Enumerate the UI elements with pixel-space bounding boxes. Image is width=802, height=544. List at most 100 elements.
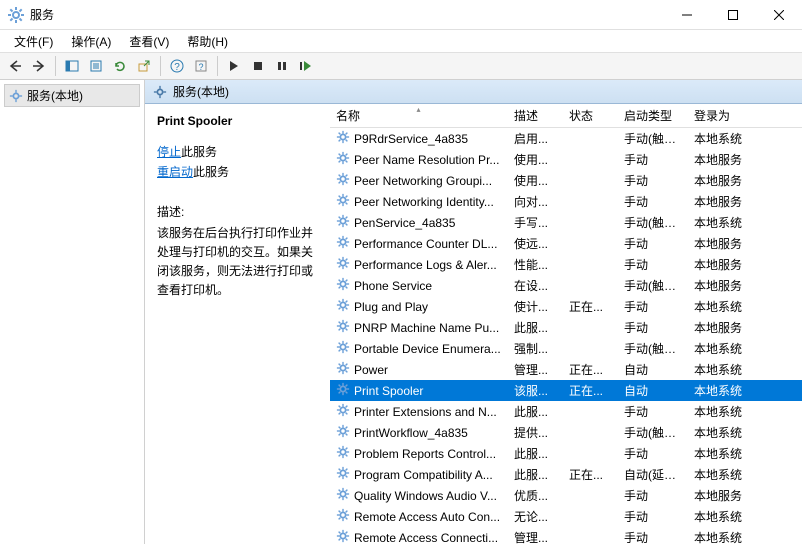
service-logon: 本地服务 [688,235,763,252]
table-row[interactable]: Peer Name Resolution Pr...使用...手动本地服务 [330,149,802,170]
table-row[interactable]: PrintWorkflow_4a835提供...手动(触发...本地系统 [330,422,802,443]
service-logon: 本地系统 [688,361,763,378]
service-name: Performance Counter DL... [354,237,497,251]
service-logon: 本地服务 [688,487,763,504]
stop-link[interactable]: 停止 [157,145,181,159]
restart-link[interactable]: 重启动 [157,165,193,179]
service-desc: 性能... [508,256,563,273]
service-icon [336,298,350,315]
restart-suffix: 此服务 [193,165,229,179]
service-name: Program Compatibility A... [354,468,493,482]
refresh-button[interactable] [109,55,131,77]
title-bar: 服务 [0,0,802,30]
service-status: 正在... [563,298,618,315]
service-status: 正在... [563,361,618,378]
service-status: 正在... [563,382,618,399]
back-button[interactable] [4,55,26,77]
service-icon [336,214,350,231]
table-row[interactable]: Portable Device Enumera...强制...手动(触发...本… [330,338,802,359]
export-button[interactable] [133,55,155,77]
col-name[interactable]: 名称▴ [330,107,508,124]
help-button[interactable]: ? [166,55,188,77]
table-row[interactable]: Peer Networking Groupi...使用...手动本地服务 [330,170,802,191]
service-desc: 无论... [508,508,563,525]
service-start: 手动(触发... [618,340,688,357]
service-start: 自动 [618,382,688,399]
table-row[interactable]: Plug and Play使计...正在...手动本地系统 [330,296,802,317]
service-logon: 本地系统 [688,508,763,525]
service-name: P9RdrService_4a835 [354,132,468,146]
service-icon [336,529,350,544]
col-start[interactable]: 启动类型 [618,107,688,124]
service-rows[interactable]: P9RdrService_4a835启用...手动(触发...本地系统Peer … [330,128,802,544]
pause-service-button[interactable] [271,55,293,77]
col-logon[interactable]: 登录为 [688,107,763,124]
menu-view[interactable]: 查看(V) [121,31,177,52]
service-icon [336,508,350,525]
table-row[interactable]: Phone Service在设...手动(触发...本地服务 [330,275,802,296]
service-desc: 提供... [508,424,563,441]
start-service-button[interactable] [223,55,245,77]
table-row[interactable]: Problem Reports Control...此服...手动本地系统 [330,443,802,464]
table-row[interactable]: PNRP Machine Name Pu...此服...手动本地服务 [330,317,802,338]
service-status: 正在... [563,466,618,483]
menu-help[interactable]: 帮助(H) [179,31,236,52]
forward-button[interactable] [28,55,50,77]
table-row[interactable]: P9RdrService_4a835启用...手动(触发...本地系统 [330,128,802,149]
svg-text:?: ? [198,62,203,72]
stop-service-button[interactable] [247,55,269,77]
col-desc[interactable]: 描述 [508,107,563,124]
properties-button[interactable] [85,55,107,77]
service-icon [336,130,350,147]
show-hide-tree-button[interactable] [61,55,83,77]
service-start: 手动 [618,508,688,525]
service-name: Print Spooler [354,384,423,398]
service-logon: 本地系统 [688,466,763,483]
service-name: Peer Networking Groupi... [354,174,492,188]
table-row[interactable]: Program Compatibility A...此服...正在...自动(延… [330,464,802,485]
service-icon [336,403,350,420]
restart-service-button[interactable] [295,55,317,77]
menu-file[interactable]: 文件(F) [6,31,61,52]
maximize-button[interactable] [710,0,756,30]
service-logon: 本地系统 [688,529,763,544]
minimize-button[interactable] [664,0,710,30]
service-desc: 此服... [508,466,563,483]
table-row[interactable]: Performance Counter DL...使远...手动本地服务 [330,233,802,254]
service-name: Phone Service [354,279,432,293]
service-start: 手动 [618,235,688,252]
tree-root-item[interactable]: 服务(本地) [4,84,140,107]
desc-label: 描述: [157,203,318,220]
tree-root-label: 服务(本地) [27,87,83,104]
table-row[interactable]: Quality Windows Audio V...优质...手动本地服务 [330,485,802,506]
selected-service-name: Print Spooler [157,114,318,128]
service-icon [336,340,350,357]
table-row[interactable]: Print Spooler该服...正在...自动本地系统 [330,380,802,401]
table-row[interactable]: Peer Networking Identity...向对...手动本地服务 [330,191,802,212]
service-desc: 使用... [508,151,563,168]
desc-text: 该服务在后台执行打印作业并处理与打印机的交互。如果关闭该服务，则无法进行打印或查… [157,224,318,301]
table-row[interactable]: Power管理...正在...自动本地系统 [330,359,802,380]
col-status[interactable]: 状态 [563,107,618,124]
service-start: 手动 [618,403,688,420]
table-row[interactable]: Remote Access Connecti...管理...手动本地系统 [330,527,802,544]
menu-bar: 文件(F) 操作(A) 查看(V) 帮助(H) [0,30,802,52]
app-icon [8,7,24,23]
table-row[interactable]: Performance Logs & Aler...性能...手动本地服务 [330,254,802,275]
table-row[interactable]: PenService_4a835手写...手动(触发...本地系统 [330,212,802,233]
service-start: 自动 [618,361,688,378]
menu-action[interactable]: 操作(A) [63,31,119,52]
service-logon: 本地系统 [688,130,763,147]
service-logon: 本地服务 [688,319,763,336]
service-icon [336,256,350,273]
service-desc: 该服... [508,382,563,399]
service-desc: 此服... [508,403,563,420]
help-topics-button[interactable]: ? [190,55,212,77]
service-name: Remote Access Connecti... [354,531,498,544]
table-row[interactable]: Remote Access Auto Con...无论...手动本地系统 [330,506,802,527]
service-desc: 在设... [508,277,563,294]
service-name: Printer Extensions and N... [354,405,497,419]
table-row[interactable]: Printer Extensions and N...此服...手动本地系统 [330,401,802,422]
service-icon [336,424,350,441]
close-button[interactable] [756,0,802,30]
